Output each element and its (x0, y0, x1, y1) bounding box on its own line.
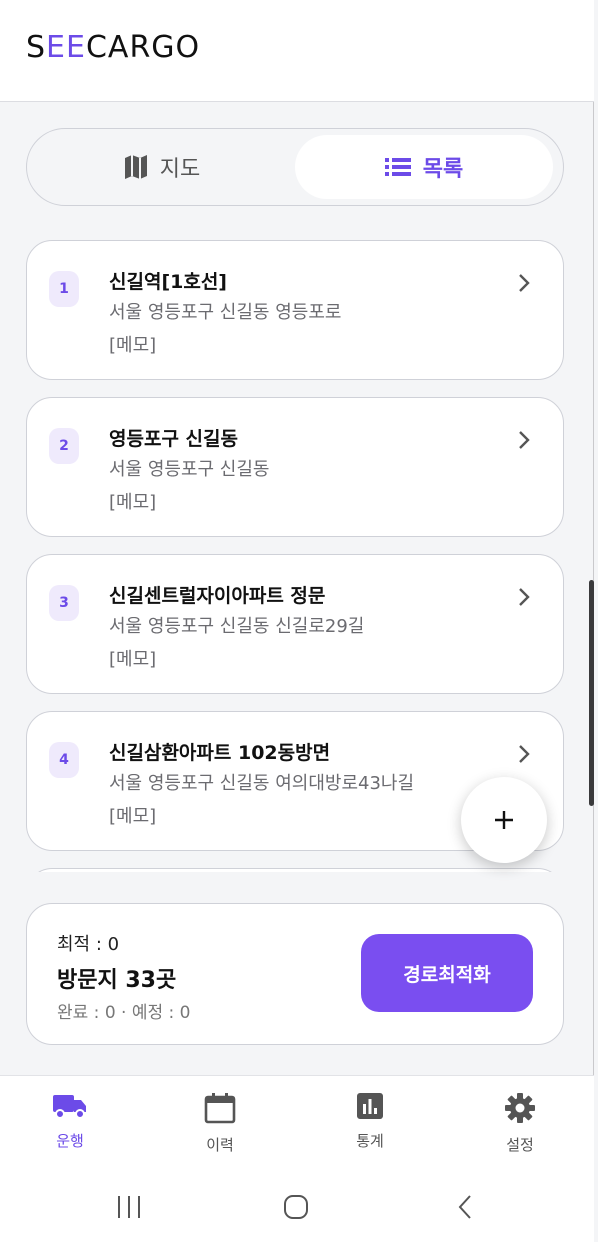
list-item[interactable]: 1 신길역[1호선] 서울 영등포구 신길동 영등포로 [메모] (26, 240, 564, 380)
stop-memo: [메모] (109, 335, 157, 356)
progress-status: 완료 : 0 · 예정 : 0 (57, 1003, 191, 1023)
nav-history[interactable]: 이력 (170, 1092, 270, 1155)
seecargo-logo: SEECARGO (26, 30, 201, 65)
nav-stats[interactable]: 통계 (320, 1092, 420, 1151)
route-summary: 최적 : 0 방문지 33곳 완료 : 0 · 예정 : 0 경로최적화 (26, 903, 564, 1045)
stop-number-badge: 2 (49, 428, 79, 464)
stop-number-badge: 3 (49, 585, 79, 621)
stop-number-badge: 4 (49, 742, 79, 778)
truck-icon (53, 1095, 86, 1119)
view-toggle: 지도 목록 (26, 128, 564, 206)
system-nav-bar (0, 1171, 594, 1242)
app-header: SEECARGO (0, 0, 594, 102)
stop-title: 신길역[1호선] (109, 271, 227, 293)
back-icon[interactable] (452, 1193, 480, 1221)
add-stop-button[interactable] (461, 777, 547, 863)
optimize-route-button[interactable]: 경로최적화 (361, 934, 533, 1012)
chevron-right-icon (519, 274, 530, 292)
stop-title: 신길삼환아파트 102동방면 (109, 742, 331, 764)
scrollbar-thumb[interactable] (589, 580, 594, 806)
recent-apps-icon[interactable] (115, 1193, 143, 1221)
stop-address: 서울 영등포구 신길동 신길로29길 (109, 616, 365, 637)
nav-drive[interactable]: 운행 (20, 1092, 120, 1151)
stop-title: 영등포구 신길동 (109, 428, 238, 450)
stop-memo: [메모] (109, 806, 157, 827)
plus-icon (495, 811, 513, 829)
stop-title: 신길센트럴자이아파트 정문 (109, 585, 326, 607)
nav-label: 이력 (206, 1136, 234, 1154)
bar-chart-icon (357, 1093, 383, 1119)
stop-memo: [메모] (109, 649, 157, 670)
stop-address: 서울 영등포구 신길동 (109, 459, 270, 480)
app-screen: SEECARGO 지도 목록 1 신길역[1호선] 서울 영등포구 신길동 영등… (0, 0, 594, 1242)
calendar-icon (204, 1093, 236, 1124)
stop-address: 서울 영등포구 신길동 영등포로 (109, 302, 342, 323)
tab-list-label: 목록 (422, 157, 464, 182)
tab-map[interactable]: 지도 (33, 135, 291, 199)
chevron-right-icon (519, 588, 530, 606)
list-item[interactable] (26, 868, 564, 872)
list-item[interactable]: 3 신길센트럴자이아파트 정문 서울 영등포구 신길동 신길로29길 [메모] (26, 554, 564, 694)
nav-label: 통계 (356, 1132, 384, 1150)
optimal-count: 최적 : 0 (57, 934, 120, 955)
stop-address: 서울 영등포구 신길동 여의대방로43나길 (109, 773, 415, 794)
stop-number-badge: 1 (49, 271, 79, 307)
home-icon[interactable] (282, 1193, 310, 1221)
tab-list[interactable]: 목록 (295, 135, 553, 199)
gear-icon (505, 1093, 535, 1123)
stop-memo: [메모] (109, 492, 157, 513)
list-icon (384, 157, 411, 177)
nav-label: 설정 (506, 1136, 534, 1154)
nav-settings[interactable]: 설정 (470, 1092, 570, 1155)
chevron-right-icon (519, 431, 530, 449)
map-icon (124, 154, 148, 180)
bottom-nav: 운행 이력 통계 설정 (0, 1075, 594, 1171)
visit-count: 방문지 33곳 (57, 968, 177, 993)
list-item[interactable]: 2 영등포구 신길동 서울 영등포구 신길동 [메모] (26, 397, 564, 537)
tab-map-label: 지도 (159, 157, 201, 182)
chevron-right-icon (519, 745, 530, 763)
nav-label: 운행 (56, 1132, 84, 1150)
